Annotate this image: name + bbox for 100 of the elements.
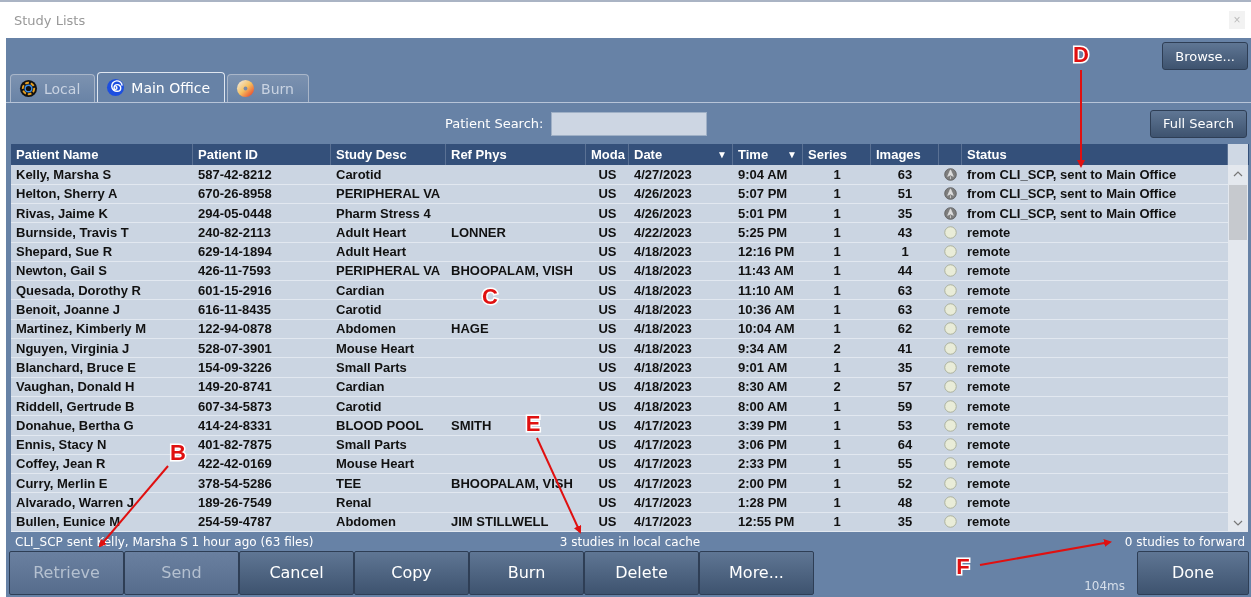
scroll-up-icon[interactable]	[1233, 171, 1243, 178]
scrollbar-thumb[interactable]	[1229, 185, 1247, 241]
table-cell: PERIPHERAL VA	[336, 186, 441, 202]
table-cell: Carotid	[336, 398, 382, 414]
table-cell: 3:39 PM	[738, 417, 788, 433]
action-button[interactable]: Burn	[469, 550, 584, 595]
table-cell: 189-26-7549	[198, 495, 272, 511]
table-cell: Shepard, Sue R	[16, 244, 113, 260]
table-cell: 8:00 AM	[738, 398, 788, 414]
table-cell: Benoit, Joanne J	[16, 302, 121, 318]
table-cell: 1	[833, 244, 841, 260]
table-cell: 1	[833, 263, 841, 279]
table-cell: Kelly, Marsha S	[16, 167, 112, 182]
tab[interactable]: Main Office	[97, 72, 226, 103]
table-cell: Donahue, Bertha G	[16, 417, 134, 433]
table-cell: PERIPHERAL VA	[336, 263, 441, 279]
table-cell: 4/18/2023	[634, 244, 692, 260]
table-cell: 1	[833, 514, 841, 530]
table-cell: 53	[897, 417, 913, 433]
table-cell: 9:04 AM	[738, 167, 788, 182]
table-cell: 5:07 PM	[738, 186, 788, 202]
table-cell: Nguyen, Virginia J	[16, 340, 130, 356]
scrollbar[interactable]	[1228, 165, 1248, 533]
annotation-label: B	[170, 440, 186, 465]
table-cell: Burnside, Travis T	[16, 224, 129, 240]
table-cell: remote	[967, 282, 1011, 298]
table-cell: from CLI_SCP, sent to Main Office	[967, 167, 1177, 182]
table-cell: 4/18/2023	[634, 302, 692, 318]
action-button[interactable]: Delete	[584, 550, 699, 595]
table-cell: LONNER	[451, 224, 506, 240]
table-cell: 1:28 PM	[738, 495, 788, 511]
table-cell: US	[598, 514, 617, 530]
table-cell: 48	[897, 495, 913, 511]
table-cell: 240-82-2113	[198, 224, 271, 240]
table-cell: remote	[967, 244, 1011, 260]
table-cell: 64	[897, 437, 913, 453]
table-cell: US	[598, 398, 617, 414]
table-cell: 4/18/2023	[634, 340, 692, 356]
table-cell: remote	[967, 437, 1011, 453]
table-cell: 10:36 AM	[738, 302, 795, 318]
table-cell: 5:01 PM	[738, 205, 788, 221]
table-cell: 51	[897, 186, 913, 202]
table-cell: US	[598, 495, 617, 511]
table-cell: Rivas, Jaime K	[16, 205, 108, 221]
table-cell: TEE	[336, 475, 362, 491]
table-cell: Blanchard, Bruce E	[16, 359, 136, 375]
table-cell: 4/18/2023	[634, 321, 692, 337]
table-cell: US	[598, 456, 617, 472]
table-cell: 4/18/2023	[634, 282, 692, 298]
table-cell: 1	[833, 495, 841, 511]
table-cell: remote	[967, 321, 1011, 337]
table-cell: Mouse Heart	[336, 456, 415, 472]
table-cell: 1	[833, 167, 841, 182]
table-cell: US	[598, 379, 617, 395]
table-cell: 4/17/2023	[634, 514, 692, 530]
table-cell: 4/18/2023	[634, 379, 692, 395]
disc-icon	[236, 79, 256, 99]
table-cell: 1	[833, 456, 841, 472]
table-cell: 2	[833, 379, 841, 395]
table-cell: 11:10 AM	[738, 282, 794, 298]
full-search-button[interactable]: Full Search	[1149, 109, 1247, 138]
action-button[interactable]: Cancel	[239, 550, 354, 595]
table-cell: US	[598, 437, 617, 453]
table-cell: 4/18/2023	[634, 263, 692, 279]
table-cell: Martinez, Kimberly M	[16, 321, 147, 337]
table-cell: 62	[897, 321, 913, 337]
scroll-down-icon[interactable]	[1233, 520, 1243, 527]
browse-button[interactable]: Browse...	[1162, 42, 1248, 71]
action-button[interactable]: More...	[699, 550, 814, 595]
table-cell: 616-11-8435	[198, 302, 271, 318]
search-field[interactable]	[551, 111, 708, 136]
table-cell: US	[598, 167, 617, 182]
table-cell: 57	[897, 379, 913, 395]
table-cell: 4/17/2023	[634, 456, 692, 472]
table-cell: Small Parts	[336, 359, 407, 375]
table-cell: 12:55 PM	[738, 514, 795, 530]
action-button[interactable]: Copy	[354, 550, 469, 595]
annotation-label: F	[956, 554, 970, 579]
table-cell: remote	[967, 263, 1011, 279]
table-cell: remote	[967, 417, 1011, 433]
table-cell: SMITH	[451, 417, 492, 433]
table-cell: Newton, Gail S	[16, 263, 107, 279]
table-cell: 63	[897, 302, 913, 318]
done-button[interactable]: Done	[1137, 550, 1249, 595]
table-cell: 4/26/2023	[634, 205, 692, 221]
table-cell: 4/17/2023	[634, 495, 692, 511]
table-cell: remote	[967, 456, 1011, 472]
table-cell: 4/17/2023	[634, 437, 692, 453]
table-cell: US	[598, 224, 617, 240]
table-cell: 607-34-5873	[198, 398, 272, 414]
table-cell: 1	[833, 282, 841, 298]
table-cell: US	[598, 417, 617, 433]
table-cell: US	[598, 359, 617, 375]
table-cell: 44	[897, 263, 913, 279]
table-cell: remote	[967, 475, 1011, 491]
table-cell: Adult Heart	[336, 224, 407, 240]
table-cell: BHOOPALAM, VISH	[451, 263, 573, 279]
table-cell: US	[598, 321, 617, 337]
table-cell: 1	[833, 475, 841, 491]
table-cell: 1	[833, 224, 841, 240]
